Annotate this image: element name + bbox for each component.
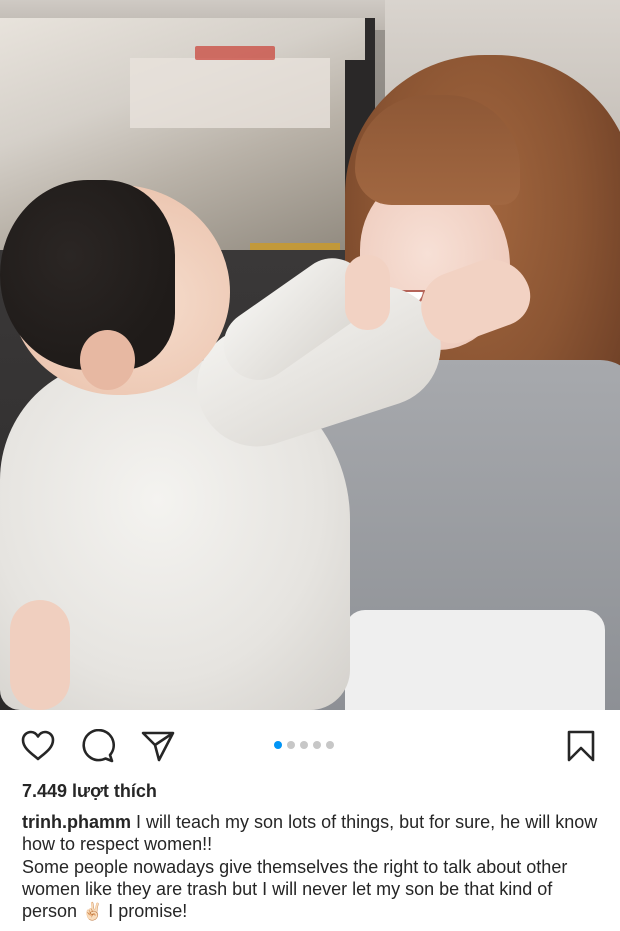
paper-plane-icon[interactable]	[140, 728, 176, 764]
bookmark-icon-svg	[567, 730, 595, 762]
carousel-dot-active	[274, 741, 282, 749]
carousel-dot	[300, 741, 308, 749]
adult-hand	[10, 600, 70, 710]
bookmark-icon[interactable]	[563, 728, 599, 764]
window-sign	[130, 58, 330, 128]
likes-count[interactable]: 7.449 lượt thích	[22, 781, 157, 802]
post-caption: trinh.phamm I will teach my son lots of …	[22, 811, 602, 923]
comment-icon-svg	[82, 729, 115, 763]
child-ear	[80, 330, 135, 390]
instagram-post: 7.449 lượt thích trinh.phamm I will teac…	[0, 0, 620, 931]
carousel-dot	[326, 741, 334, 749]
heart-icon[interactable]	[20, 728, 56, 764]
victory-hand-emoji: ✌🏻	[82, 902, 104, 921]
carousel-dot	[313, 741, 321, 749]
child-hand-left	[345, 255, 390, 330]
caption-username[interactable]: trinh.phamm	[22, 812, 131, 832]
carousel-dot	[287, 741, 295, 749]
caption-text-3: I promise!	[103, 901, 188, 921]
heart-icon-svg	[21, 730, 55, 761]
paper-plane-icon-svg	[141, 731, 175, 762]
caption-paragraph-2: Some people nowadays give themselves the…	[22, 856, 602, 923]
caption-paragraph-1: trinh.phamm I will teach my son lots of …	[22, 811, 602, 855]
comment-icon[interactable]	[80, 728, 116, 764]
post-photo[interactable]	[0, 0, 620, 710]
carousel-indicator	[274, 741, 334, 749]
window-sign-lettering	[195, 46, 275, 60]
woman-shirt	[345, 610, 605, 710]
post-action-bar	[0, 710, 620, 780]
